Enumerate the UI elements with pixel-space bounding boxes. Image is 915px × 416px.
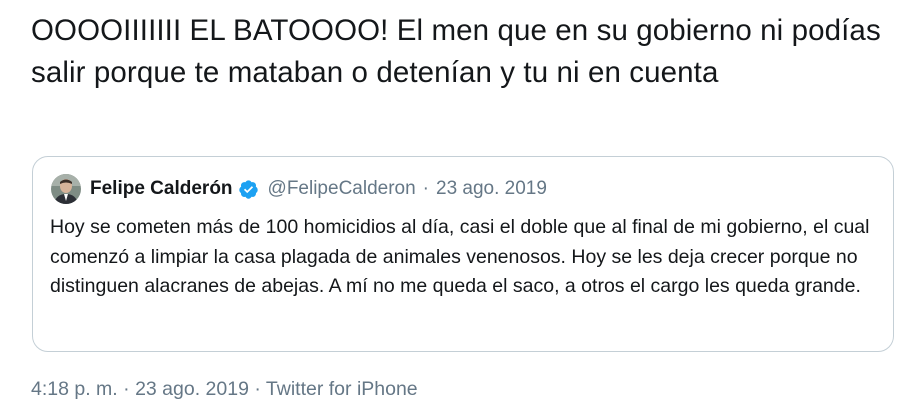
separator-dot: · — [422, 178, 429, 199]
quoted-tweet-text: Hoy se cometen más de 100 homicidios al … — [50, 216, 870, 297]
quoted-tweet-date[interactable]: 23 ago. 2019 — [436, 178, 547, 200]
tweet-metadata: 4:18 p. m. · 23 ago. 2019 · Twitter for … — [31, 378, 418, 401]
verified-badge-icon — [238, 179, 259, 200]
tweet-text: OOOOIIIIIII EL BATOOOO! El men que en su… — [31, 14, 881, 89]
author-avatar[interactable] — [51, 174, 81, 204]
tweet-source-link[interactable]: Twitter for iPhone — [266, 378, 418, 400]
author-handle[interactable]: @FelipeCalderon — [268, 178, 416, 200]
separator-dot: · — [254, 378, 261, 400]
quoted-tweet-card[interactable]: Felipe Calderón @FelipeCalderon · 23 ago… — [32, 156, 894, 352]
author-name[interactable]: Felipe Calderón — [90, 178, 233, 200]
tweet-timestamp-date[interactable]: 23 ago. 2019 — [135, 378, 249, 400]
quoted-tweet-header: Felipe Calderón @FelipeCalderon · 23 ago… — [51, 173, 547, 205]
tweet-timestamp-time[interactable]: 4:18 p. m. — [31, 378, 118, 400]
separator-dot: · — [123, 378, 130, 400]
